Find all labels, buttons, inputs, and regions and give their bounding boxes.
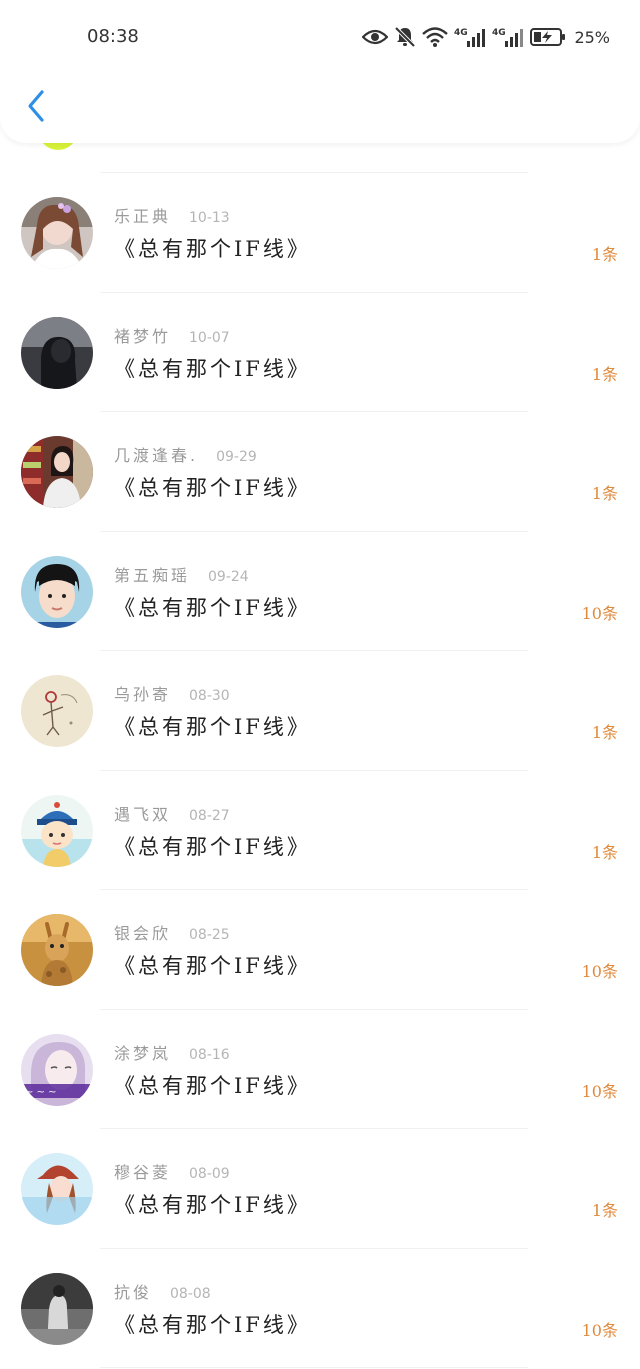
user-name: 几渡逢春.: [114, 446, 199, 465]
signal-4g-icon: 4G: [492, 26, 524, 48]
message-count: 1条: [591, 484, 618, 503]
bell-off-icon: [394, 26, 416, 48]
message-date: 08-09: [189, 1166, 230, 1182]
screen: 08:38 4G 4G 25% 乐正典 10-13 《总有那个IF线》 1条 褚…: [0, 0, 640, 1369]
wifi-icon: [422, 26, 449, 48]
battery-percent: 25%: [574, 27, 610, 47]
message-title: 《总有那个IF线》: [114, 954, 311, 978]
status-icons: 4G 4G 25%: [362, 24, 610, 50]
status-time: 08:38: [87, 26, 139, 47]
header: 08:38 4G 4G 25%: [0, 0, 640, 143]
eye-icon: [362, 27, 389, 47]
message-title: 《总有那个IF线》: [114, 595, 311, 620]
back-button[interactable]: [16, 84, 56, 132]
message-title: 《总有那个IF线》: [114, 1193, 311, 1217]
avatar: [21, 1272, 93, 1345]
user-name: 穆谷菱: [114, 1163, 172, 1182]
user-name: 抗俊: [114, 1282, 153, 1302]
message-date: 08-16: [189, 1046, 230, 1063]
message-count: 1条: [591, 245, 618, 264]
message-count: 1条: [591, 723, 618, 742]
message-title: 《总有那个IF线》: [114, 1312, 311, 1337]
list-item[interactable]: ~ ~ ~ 涂梦岚 08-16 《总有那个IF线》 10条: [0, 1010, 640, 1129]
avatar: [21, 436, 93, 508]
user-name: 乌孙寄: [114, 685, 172, 704]
user-name: 银会欣: [114, 924, 172, 943]
list-item[interactable]: 穆谷菱 08-09 《总有那个IF线》 1条: [0, 1129, 640, 1249]
list-item[interactable]: 第五痴瑶 09-24 《总有那个IF线》 10条: [0, 532, 640, 651]
message-count: 10条: [581, 603, 618, 623]
message-date: 10-07: [189, 329, 230, 346]
list-item[interactable]: 褚梦竹 10-07 《总有那个IF线》 1条: [0, 293, 640, 412]
message-date: 08-30: [189, 688, 230, 704]
message-count: 10条: [581, 962, 618, 981]
message-title: 《总有那个IF线》: [114, 356, 311, 381]
avatar: [21, 1153, 93, 1225]
message-count: 1条: [591, 842, 618, 862]
message-title: 《总有那个IF线》: [114, 715, 311, 739]
message-date: 10-13: [189, 210, 230, 226]
message-count: 1条: [591, 364, 618, 384]
message-list: 乐正典 10-13 《总有那个IF线》 1条 褚梦竹 10-07 《总有那个IF…: [0, 173, 640, 1368]
chevron-left-icon: [26, 89, 46, 127]
message-title: 《总有那个IF线》: [114, 237, 311, 261]
user-name: 遇飞双: [114, 804, 172, 824]
message-count: 1条: [591, 1201, 618, 1220]
list-item[interactable]: 抗俊 08-08 《总有那个IF线》 10条: [0, 1249, 640, 1368]
message-title: 《总有那个IF线》: [114, 834, 311, 859]
message-count: 10条: [581, 1081, 618, 1101]
message-title: 《总有那个IF线》: [114, 476, 311, 500]
avatar: [21, 794, 93, 867]
svg-text:4G: 4G: [492, 28, 506, 38]
message-date: 09-29: [216, 449, 257, 465]
avatar: [21, 675, 93, 747]
list-item[interactable]: 乌孙寄 08-30 《总有那个IF线》 1条: [0, 651, 640, 771]
list-item[interactable]: 遇飞双 08-27 《总有那个IF线》 1条: [0, 771, 640, 890]
message-date: 08-25: [189, 927, 230, 943]
user-name: 褚梦竹: [114, 326, 172, 346]
battery-charging-icon: [530, 27, 566, 47]
list-item[interactable]: 几渡逢春. 09-29 《总有那个IF线》 1条: [0, 412, 640, 532]
list-item[interactable]: 乐正典 10-13 《总有那个IF线》 1条: [0, 173, 640, 293]
divider: [100, 1367, 528, 1368]
user-name: 第五痴瑶: [114, 565, 191, 585]
message-date: 09-24: [208, 568, 249, 585]
user-name: 乐正典: [114, 207, 172, 226]
message-count: 10条: [581, 1320, 618, 1340]
svg-text:~ ~ ~: ~ ~ ~: [25, 1087, 57, 1098]
avatar: [21, 316, 93, 389]
user-name: 涂梦岚: [114, 1043, 172, 1063]
avatar: ~ ~ ~: [21, 1033, 93, 1106]
message-title: 《总有那个IF线》: [114, 1073, 311, 1098]
list-item[interactable]: 银会欣 08-25 《总有那个IF线》 10条: [0, 890, 640, 1010]
avatar: [21, 197, 93, 269]
avatar: [21, 555, 93, 628]
avatar: [21, 914, 93, 986]
svg-text:4G: 4G: [454, 28, 468, 38]
signal-4g-icon: 4G: [454, 26, 486, 48]
message-date: 08-08: [170, 1285, 211, 1302]
message-date: 08-27: [189, 807, 230, 824]
